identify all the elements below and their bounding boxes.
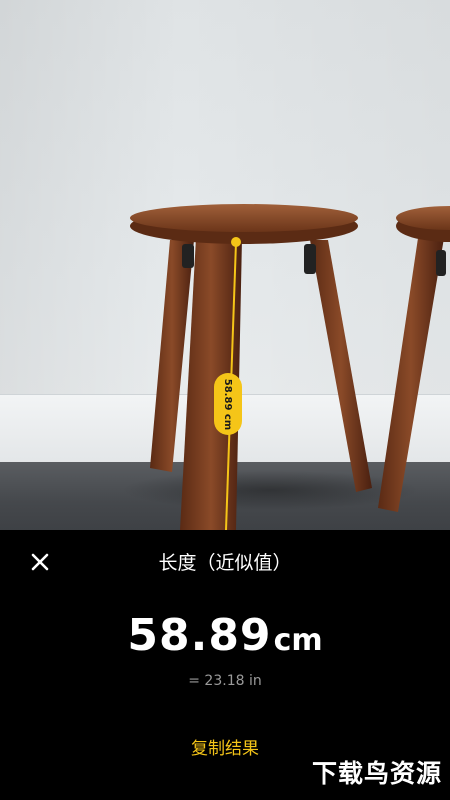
measurement-start-point xyxy=(231,237,241,247)
measurement-label-text: 58.89 cm xyxy=(222,378,234,430)
value-inches: = 23.18 in xyxy=(188,673,262,689)
value-unit: cm xyxy=(273,623,323,658)
stools-scene xyxy=(130,204,450,530)
stool2-bracket xyxy=(436,250,446,276)
panel-title: 长度（近似值） xyxy=(158,552,292,574)
stool-seat-top xyxy=(130,204,358,232)
stool-leg-back xyxy=(310,240,372,492)
measurement-value: 58.89cm xyxy=(0,610,450,661)
copy-result-button[interactable]: 复制结果 xyxy=(150,734,300,762)
value-number: 58.89 xyxy=(127,610,272,661)
result-panel: 长度（近似值） 58.89cm = 23.18 in 复制结果 下载鸟资源 xyxy=(0,530,450,800)
camera-view[interactable]: 58.89 cm xyxy=(0,0,450,530)
measurement-label[interactable]: 58.89 cm xyxy=(214,373,242,435)
stool-bracket-right xyxy=(304,244,316,274)
stool-bracket-left xyxy=(182,244,194,268)
measure-screen: 58.89 cm 长度（近似值） 58.89cm = 23.18 in 复制结果… xyxy=(0,0,450,800)
watermark-text: 下载鸟资源 xyxy=(311,759,442,788)
stool2-leg xyxy=(378,238,444,512)
